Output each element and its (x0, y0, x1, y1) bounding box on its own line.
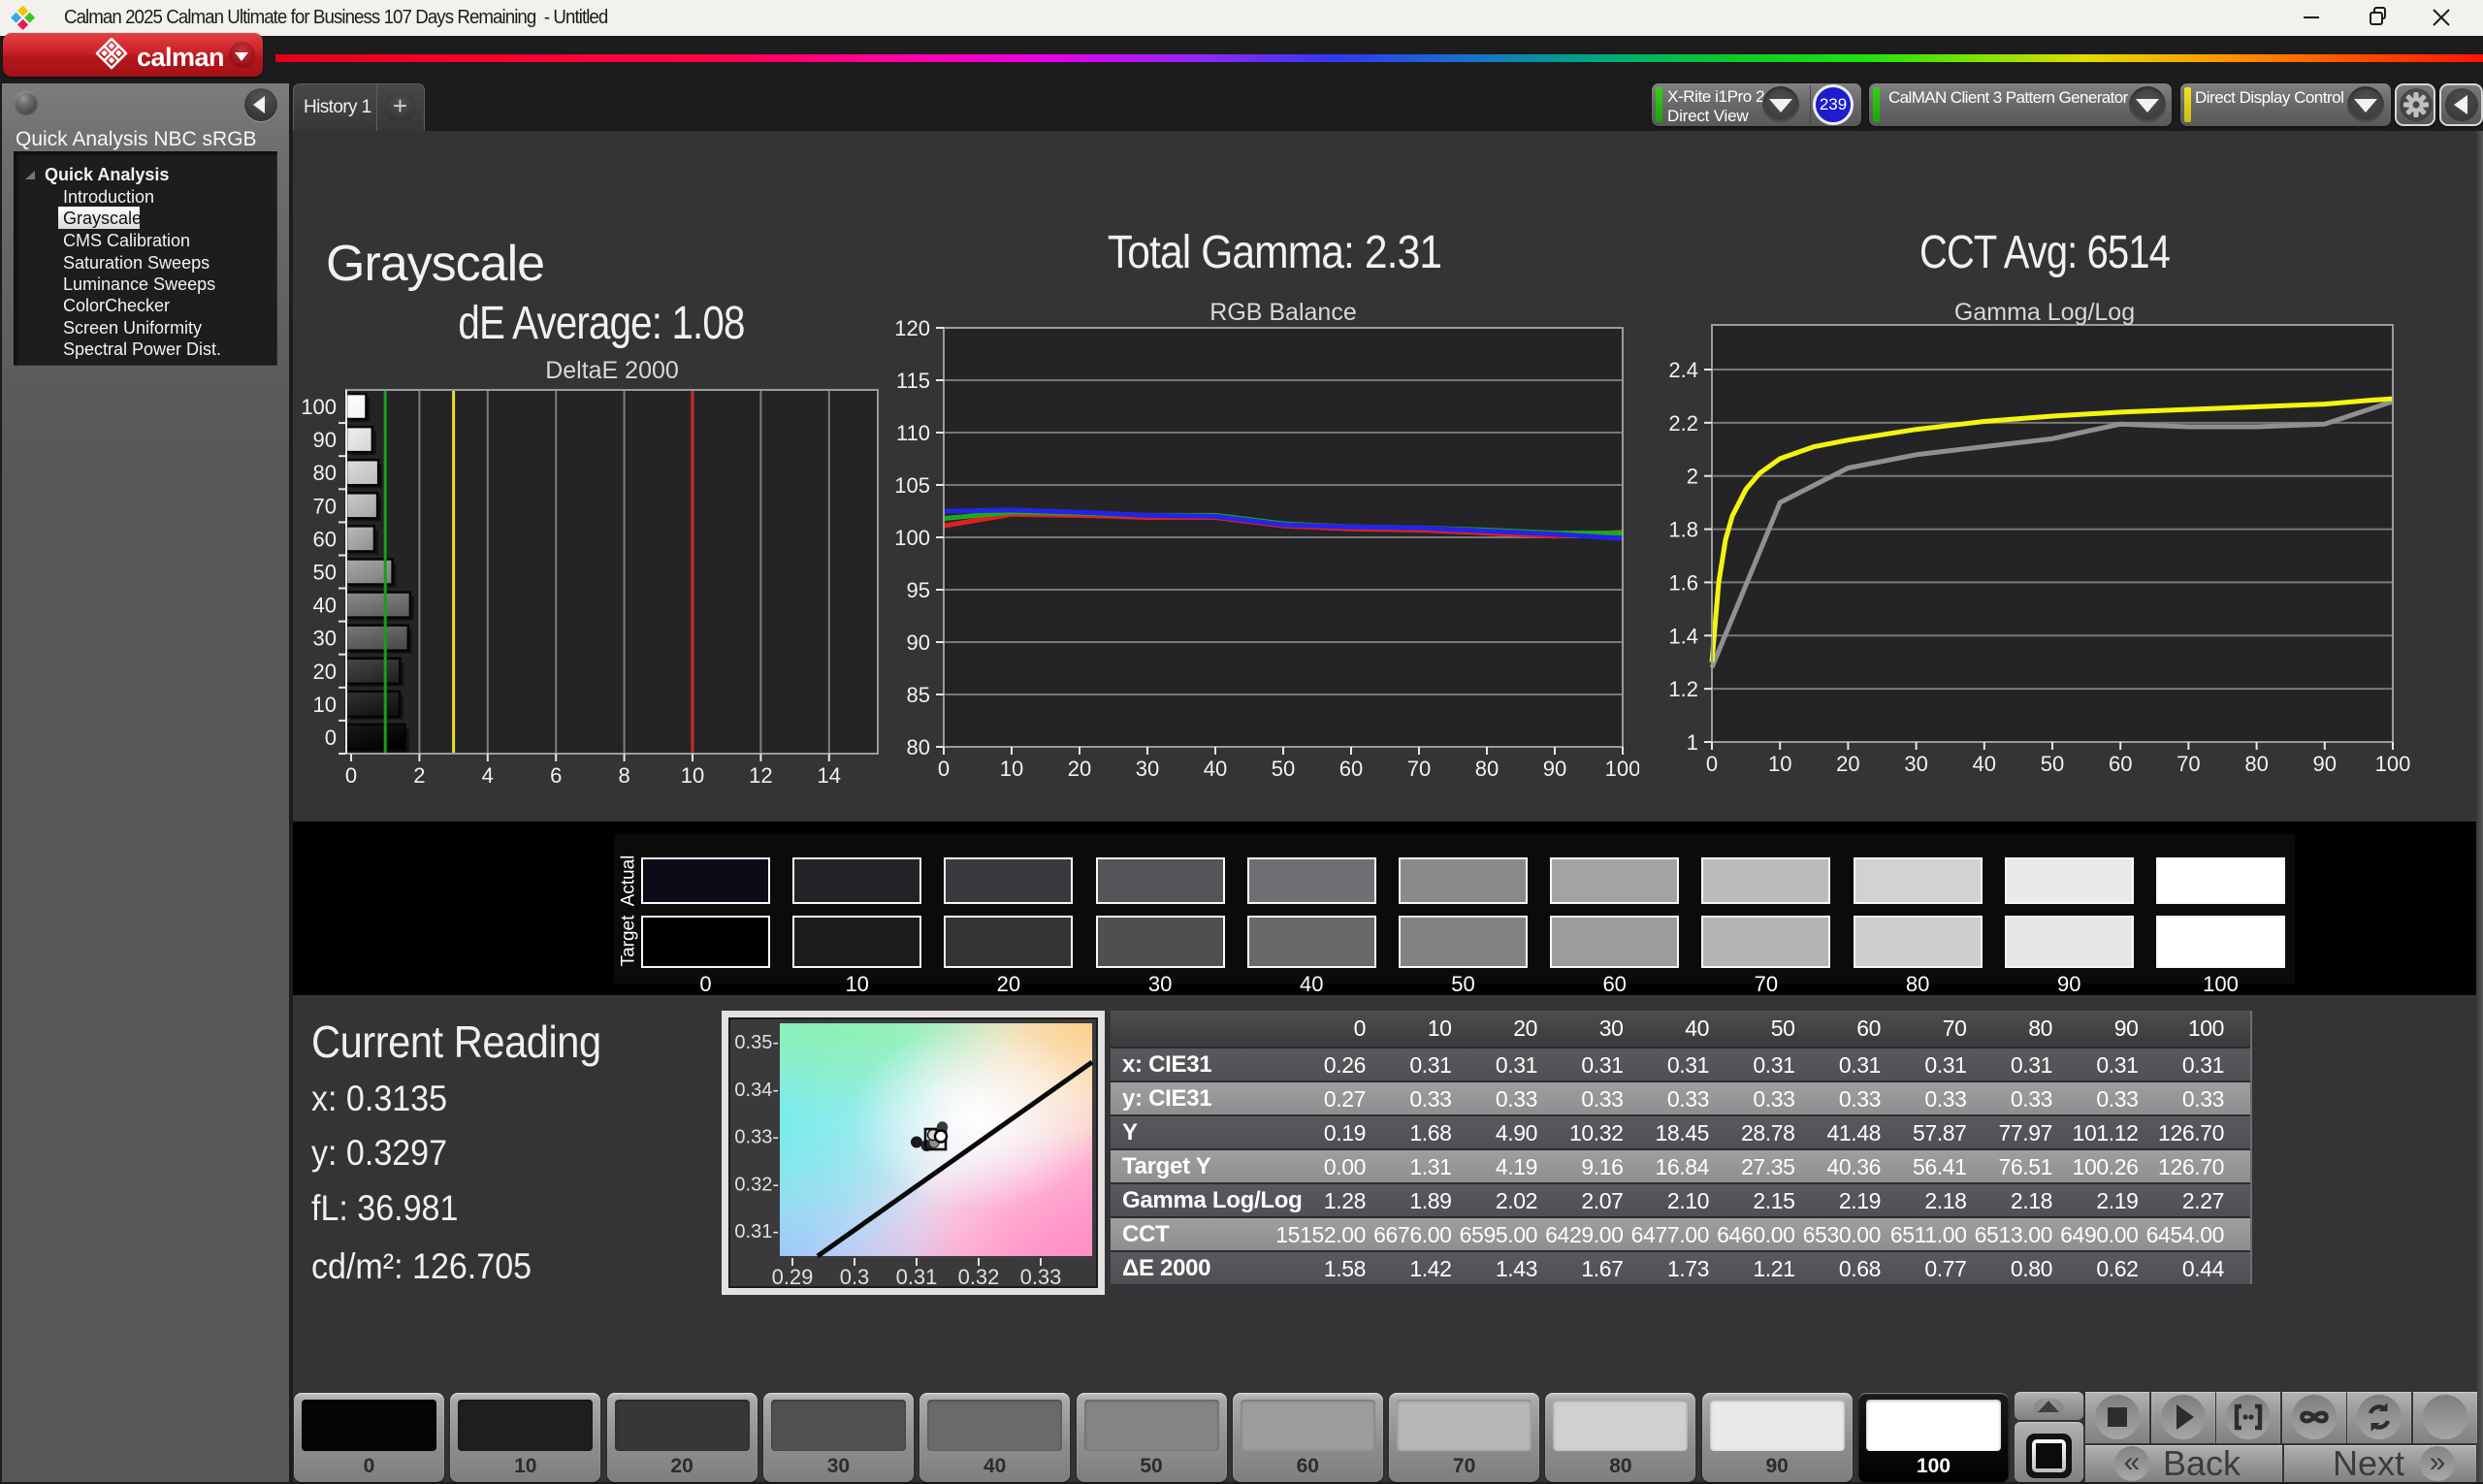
svg-text:50: 50 (1272, 757, 1295, 781)
svg-text:50: 50 (313, 561, 337, 585)
svg-text:50: 50 (2041, 752, 2064, 776)
svg-text:1.8: 1.8 (1668, 518, 1698, 542)
svg-text:DeltaE 2000: DeltaE 2000 (545, 357, 679, 384)
svg-text:30: 30 (1136, 757, 1159, 781)
svg-text:2.2: 2.2 (1668, 411, 1698, 436)
svg-text:20: 20 (1836, 752, 1859, 776)
svg-text:10: 10 (681, 763, 704, 786)
svg-text:85: 85 (907, 683, 930, 707)
svg-text:RGB Balance: RGB Balance (1209, 299, 1356, 326)
svg-text:30: 30 (313, 627, 337, 651)
svg-text:40: 40 (1973, 752, 1996, 776)
svg-text:1: 1 (1687, 730, 1698, 755)
svg-text:20: 20 (313, 660, 337, 684)
svg-text:60: 60 (2109, 752, 2132, 776)
svg-text:110: 110 (896, 421, 930, 445)
svg-text:0.32: 0.32 (958, 1265, 1000, 1289)
svg-text:60: 60 (1339, 757, 1363, 781)
svg-text:60: 60 (313, 527, 337, 551)
svg-text:95: 95 (907, 578, 930, 602)
svg-text:105: 105 (894, 473, 930, 498)
svg-text:120: 120 (894, 316, 930, 340)
svg-text:100: 100 (894, 526, 930, 550)
svg-text:100: 100 (2375, 752, 2411, 776)
svg-text:100: 100 (1605, 757, 1639, 781)
svg-text:2.4: 2.4 (1668, 358, 1698, 382)
svg-text:90: 90 (2313, 752, 2337, 776)
svg-text:12: 12 (749, 763, 772, 786)
svg-text:0: 0 (345, 763, 357, 786)
svg-text:10: 10 (1768, 752, 1791, 776)
svg-text:80: 80 (2244, 752, 2268, 776)
svg-text:90: 90 (313, 428, 337, 452)
svg-text:0: 0 (325, 726, 337, 750)
svg-text:0: 0 (938, 757, 950, 781)
svg-text:0.33: 0.33 (1020, 1265, 1062, 1289)
svg-text:0.31-: 0.31- (734, 1221, 779, 1242)
svg-text:6: 6 (550, 763, 562, 786)
svg-text:4: 4 (482, 763, 494, 786)
svg-text:10: 10 (1000, 757, 1023, 781)
svg-text:80: 80 (907, 735, 930, 759)
svg-text:80: 80 (313, 461, 337, 485)
svg-text:10: 10 (313, 693, 337, 717)
svg-text:0.35-: 0.35- (734, 1032, 779, 1053)
svg-text:70: 70 (313, 494, 337, 518)
svg-text:0: 0 (1706, 752, 1718, 776)
svg-text:0.3: 0.3 (840, 1265, 870, 1289)
svg-text:14: 14 (818, 763, 841, 786)
svg-text:70: 70 (2177, 752, 2200, 776)
svg-text:Gamma Log/Log: Gamma Log/Log (1954, 299, 2135, 326)
svg-text:1.6: 1.6 (1668, 570, 1698, 595)
svg-text:0.29: 0.29 (772, 1265, 814, 1289)
svg-text:0.32-: 0.32- (734, 1174, 779, 1195)
svg-text:20: 20 (1068, 757, 1091, 781)
svg-text:2: 2 (413, 763, 425, 786)
svg-text:40: 40 (1204, 757, 1227, 781)
svg-text:0.31: 0.31 (896, 1265, 938, 1289)
svg-text:30: 30 (1904, 752, 1927, 776)
svg-text:90: 90 (907, 630, 930, 655)
svg-text:0.34-: 0.34- (734, 1080, 779, 1101)
svg-text:80: 80 (1475, 757, 1499, 781)
svg-text:115: 115 (896, 369, 930, 393)
svg-text:8: 8 (618, 763, 629, 786)
svg-text:1.2: 1.2 (1668, 677, 1698, 701)
svg-text:40: 40 (313, 594, 337, 618)
svg-text:70: 70 (1407, 757, 1431, 781)
svg-text:90: 90 (1543, 757, 1566, 781)
svg-text:0.33-: 0.33- (734, 1127, 779, 1148)
svg-text:100: 100 (301, 395, 337, 419)
svg-text:2: 2 (1687, 465, 1698, 489)
svg-text:1.4: 1.4 (1668, 624, 1698, 648)
